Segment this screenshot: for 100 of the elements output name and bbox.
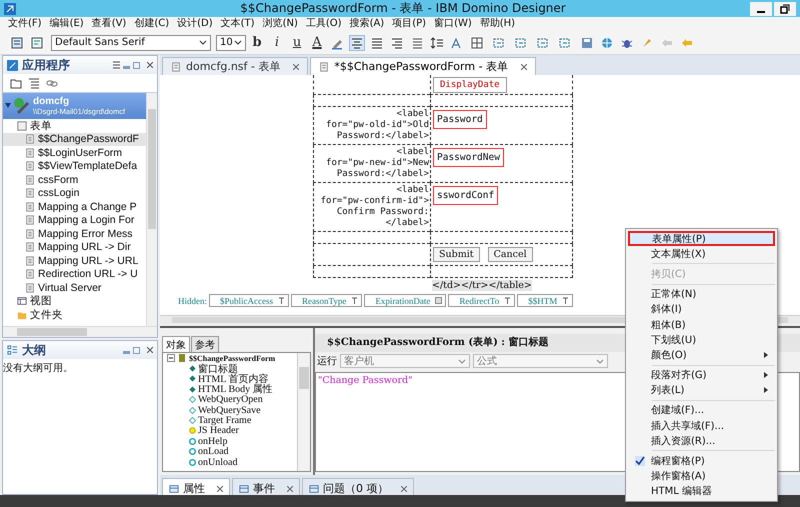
menu-item[interactable]: 文件(F) [4, 17, 46, 31]
align-justify-icon[interactable] [370, 36, 384, 50]
menu-item[interactable]: 浏览(N) [258, 17, 302, 31]
line-spacing-icon[interactable] [430, 36, 444, 50]
minimize-button[interactable] [750, 2, 772, 16]
tree-item[interactable]: $$ChangePasswordForm [163, 353, 297, 364]
menu-item[interactable]: 项目(P) [388, 17, 430, 31]
align-center-icon[interactable] [350, 36, 364, 50]
menu-item[interactable]: HTML 编辑器 [628, 484, 775, 499]
panel-tab[interactable]: 对象 [162, 336, 190, 352]
menu-item[interactable]: 窗口(W) [430, 17, 476, 31]
menu-item[interactable]: 编辑(E) [46, 17, 88, 31]
hidden-field[interactable]: $PublicAccess [209, 294, 289, 307]
save-icon[interactable] [580, 36, 594, 50]
menu-item[interactable]: 创建域(F)... [628, 402, 775, 418]
tree-item[interactable]: Mapping a Login For [3, 214, 147, 227]
tree-item[interactable]: onHelp [163, 436, 297, 447]
hidden-field[interactable]: ReasonType [291, 294, 362, 307]
password-field[interactable]: PasswordNew [433, 148, 504, 167]
form-button[interactable]: Submit [433, 247, 480, 262]
tree-item[interactable]: $$LoginUserForm [3, 146, 147, 160]
close-icon[interactable] [400, 486, 406, 492]
hidden-field[interactable]: $$HTM [517, 294, 574, 307]
font-size-dropdown[interactable]: 10 [216, 34, 246, 50]
tree-item[interactable]: Redirection URL -> U [3, 268, 147, 281]
tree-item[interactable]: Mapping URL -> URL [3, 254, 147, 268]
tree-item[interactable]: cssForm [3, 173, 147, 186]
menu-item[interactable]: 插入共享域(F)... [628, 418, 775, 434]
menu-item[interactable]: 文本(T) [216, 17, 259, 31]
restore-button[interactable] [774, 2, 796, 16]
tree-item[interactable]: WebQueryOpen [163, 394, 297, 405]
format-button[interactable]: u [290, 35, 304, 50]
vertical-scrollbar[interactable] [146, 93, 157, 327]
editor-tab[interactable]: *$$ChangePasswordForm - 表单 [310, 57, 536, 75]
outline-icon [7, 344, 18, 356]
menu-item[interactable]: 粗体(B) [628, 316, 775, 332]
vertical-scrollbar[interactable] [297, 353, 310, 471]
tree-item[interactable]: $$ViewTemplateDefa [3, 160, 147, 173]
close-icon[interactable] [147, 347, 153, 353]
tree-item[interactable]: $$ChangePasswordF [3, 132, 147, 146]
close-icon[interactable] [287, 486, 293, 492]
menu-item[interactable]: 下划线(U) [628, 332, 775, 348]
password-field[interactable]: sswordConf [433, 186, 498, 205]
menu-item[interactable]: 帮助(H) [476, 17, 520, 31]
align-right-icon[interactable] [390, 36, 404, 50]
menu-item[interactable]: 文本属性(X) [628, 246, 775, 262]
close-icon[interactable] [521, 64, 528, 70]
format-button[interactable]: b [250, 35, 264, 50]
close-icon[interactable] [147, 62, 153, 68]
horizontal-scrollbar[interactable] [3, 326, 157, 337]
tree-item[interactable]: onLoad [163, 446, 297, 457]
editor-tab[interactable]: domcfg.nsf - 表单 [162, 57, 308, 75]
run-target-dropdown[interactable]: 客户机 [340, 354, 470, 368]
tree-item[interactable]: onUnload [163, 456, 297, 468]
font-dropdown[interactable]: Default Sans Serif [51, 34, 211, 50]
hidden-field[interactable]: ExpirationDate [364, 294, 446, 307]
close-icon[interactable] [293, 64, 300, 70]
tree-item[interactable]: cssLogin [3, 186, 147, 200]
list-icon[interactable] [410, 36, 424, 50]
tree-item[interactable]: 文件夹 [3, 308, 147, 322]
tree-item[interactable]: WebQuerySave [163, 404, 297, 416]
menu-item[interactable]: 列表(L) [628, 382, 775, 398]
menu-item[interactable]: 表单属性(P) [628, 231, 775, 246]
menu-item[interactable]: 查看(V) [88, 17, 130, 31]
tree-item[interactable]: Virtual Server [3, 281, 147, 294]
panel-controls-icon[interactable] [113, 60, 143, 70]
format-button[interactable]: A [310, 35, 324, 50]
password-field[interactable]: Password [433, 110, 487, 129]
tree-item[interactable]: Target Frame [163, 415, 297, 426]
tree-item[interactable]: Mapping Error Mess [3, 227, 147, 240]
tree-item[interactable]: HTML Body 属性 [163, 384, 297, 395]
menu-item[interactable]: 创建(C) [130, 17, 174, 31]
format-button[interactable]: i [270, 35, 284, 50]
menu-item[interactable]: 设计(D) [173, 17, 217, 31]
menu-item[interactable]: 斜体(I) [628, 302, 775, 317]
list-view-icon[interactable] [27, 76, 41, 90]
hidden-field[interactable]: RedirectTo [448, 294, 516, 307]
tree-item[interactable]: Mapping URL -> Dir [3, 240, 147, 254]
form-button[interactable]: Cancel [488, 247, 533, 262]
close-icon[interactable] [217, 486, 223, 492]
language-dropdown[interactable]: 公式 [473, 354, 608, 368]
menu-item[interactable]: 插入资源(R)... [628, 433, 775, 448]
tree-item[interactable]: Mapping a Change P [3, 200, 147, 214]
form-icon[interactable] [30, 36, 44, 50]
tree-item[interactable]: HTML 首页内容 [163, 374, 297, 384]
globe-icon[interactable] [600, 36, 614, 50]
collapse-icon[interactable] [167, 354, 175, 362]
panel-tab[interactable]: 参考 [191, 336, 219, 352]
tree-item[interactable]: 视图 [3, 294, 147, 308]
tree-item[interactable]: 窗口标题 [163, 363, 297, 374]
date-field[interactable]: DisplayDate [433, 76, 507, 92]
tree-item[interactable]: JS Header [163, 426, 297, 436]
grid-icon[interactable] [470, 36, 484, 50]
tree-item[interactable]: 表单 [3, 119, 147, 132]
form-icon[interactable] [10, 36, 24, 50]
menu-item[interactable]: 正常体(N) [628, 286, 775, 302]
menu-item[interactable]: 编程窗格(P) [628, 453, 775, 469]
expand-arrow-icon[interactable] [5, 103, 11, 109]
menu-item[interactable]: 工具(O) [302, 17, 346, 31]
menu-item[interactable]: 搜索(A) [346, 17, 388, 31]
